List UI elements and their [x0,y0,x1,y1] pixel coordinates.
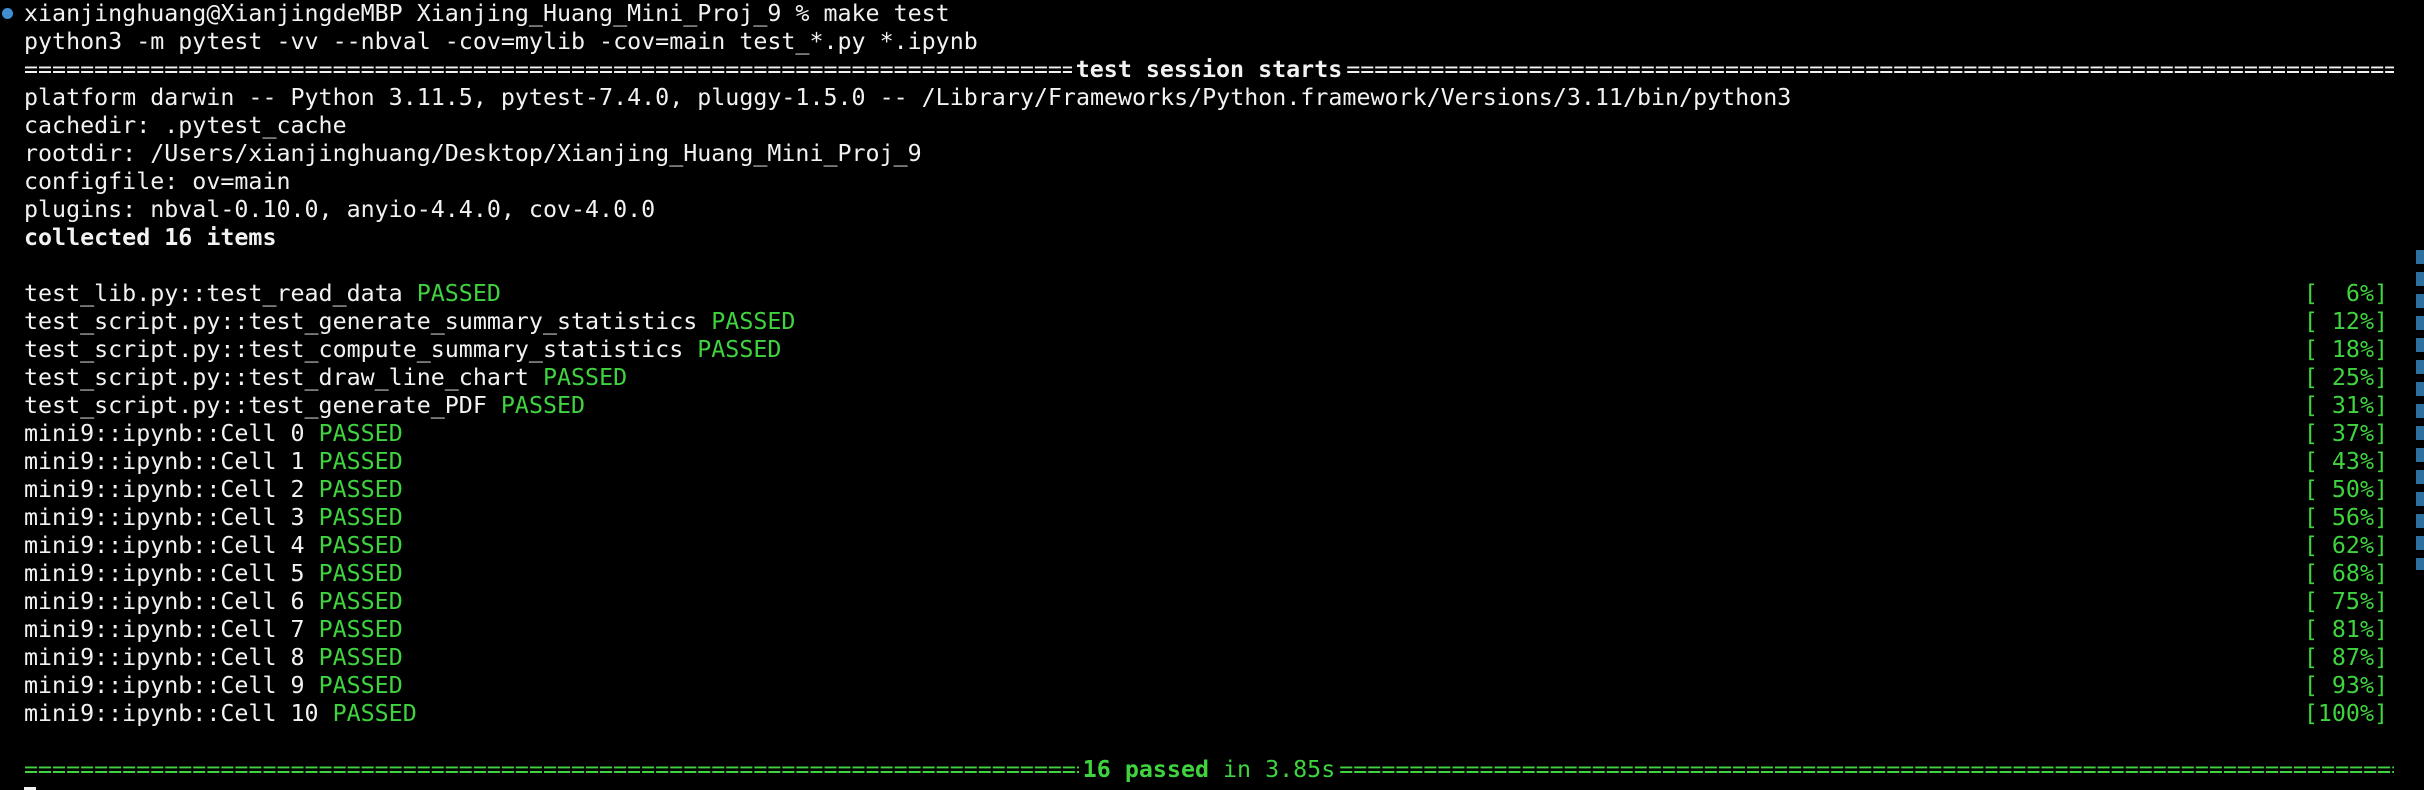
test-result-row: mini9::ipynb::Cell 4 PASSED [ 62%] [24,532,2424,560]
test-name: mini9::ipynb::Cell 10 [24,700,319,727]
test-progress: [ 81%] [2303,616,2388,643]
terminal-window[interactable]: xianjinghuang@XianjingdeMBP Xianjing_Hua… [0,0,2424,790]
test-progress: [100%] [2303,700,2388,727]
test-result-row: test_script.py::test_generate_PDF PASSED… [24,392,2424,420]
test-name: mini9::ipynb::Cell 9 [24,672,305,699]
test-progress: [ 37%] [2303,420,2388,447]
cachedir-line: cachedir: .pytest_cache [24,112,347,139]
collected-line: collected 16 items [24,224,277,251]
session-header-title: test session starts [1075,56,1343,83]
test-status: PASSED [542,364,628,391]
platform-line: platform darwin -- Python 3.11.5, pytest… [24,84,1792,111]
test-name: mini9::ipynb::Cell 4 [24,532,305,559]
test-progress: [ 31%] [2303,392,2388,419]
test-result-row: test_lib.py::test_read_data PASSED [ 6%] [24,280,2424,308]
test-result-row: test_script.py::test_compute_summary_sta… [24,336,2424,364]
test-result-row: mini9::ipynb::Cell 6 PASSED [ 75%] [24,588,2424,616]
test-name: mini9::ipynb::Cell 6 [24,588,305,615]
test-status: PASSED [318,476,403,503]
test-status: PASSED [318,616,403,643]
test-result-row: mini9::ipynb::Cell 10 PASSED [100%] [24,700,2424,728]
test-status: PASSED [318,588,403,615]
test-status: PASSED [332,700,417,727]
next-prompt-line [24,784,2424,790]
test-progress: [ 18%] [2303,336,2388,363]
test-progress: [ 68%] [2303,560,2388,587]
summary-text: 16 passed in 3.85s [1079,756,1339,784]
test-progress: [ 43%] [2303,448,2388,475]
session-header-separator: ========================================… [24,56,2394,84]
test-progress: [ 62%] [2303,532,2388,559]
test-name: mini9::ipynb::Cell 3 [24,504,305,531]
test-result-row: test_script.py::test_generate_summary_st… [24,308,2424,336]
test-result-row: mini9::ipynb::Cell 2 PASSED [ 50%] [24,476,2424,504]
rootdir-line: rootdir: /Users/xianjinghuang/Desktop/Xi… [24,140,922,167]
test-result-row: mini9::ipynb::Cell 9 PASSED [ 93%] [24,672,2424,700]
test-progress: [ 87%] [2303,644,2388,671]
test-result-row: mini9::ipynb::Cell 0 PASSED [ 37%] [24,420,2424,448]
test-status: PASSED [318,644,403,671]
test-name: mini9::ipynb::Cell 7 [24,616,305,643]
test-result-row: mini9::ipynb::Cell 7 PASSED [ 81%] [24,616,2424,644]
summary-duration: in 3.85s [1223,756,1336,783]
configfile-line: configfile: ov=main [24,168,291,195]
test-name: test_script.py::test_draw_line_chart [24,364,529,391]
plugins-line: plugins: nbval-0.10.0, anyio-4.4.0, cov-… [24,196,656,223]
test-status: PASSED [318,560,403,587]
test-progress: [ 25%] [2303,364,2388,391]
prompt-line: xianjinghuang@XianjingdeMBP Xianjing_Hua… [24,0,950,27]
test-status: PASSED [318,532,403,559]
test-results-list: test_lib.py::test_read_data PASSED[ 6%] t… [24,280,2424,728]
test-status: PASSED [318,448,403,475]
test-name: test_script.py::test_compute_summary_sta… [24,336,684,363]
test-result-row: mini9::ipynb::Cell 3 PASSED [ 56%] [24,504,2424,532]
test-status: PASSED [711,308,796,335]
test-name: test_script.py::test_generate_summary_st… [24,308,698,335]
test-name: mini9::ipynb::Cell 1 [24,448,305,475]
prompt-mark-icon [2,8,13,19]
test-status: PASSED [318,672,403,699]
separator-fill-right: ========================================… [1339,756,2394,783]
test-progress: [ 93%] [2303,672,2388,699]
test-status: PASSED [697,336,782,363]
test-progress: [ 6%] [2303,280,2388,307]
separator-fill-left: ========================================… [24,756,1079,783]
command-line: python3 -m pytest -vv --nbval -cov=mylib… [24,28,978,55]
test-result-row: mini9::ipynb::Cell 1 PASSED [ 43%] [24,448,2424,476]
test-name: mini9::ipynb::Cell 2 [24,476,305,503]
separator-fill-right: ========================================… [1346,56,2394,83]
test-progress: [ 75%] [2303,588,2388,615]
test-name: test_script.py::test_generate_PDF [24,392,487,419]
test-name: mini9::ipynb::Cell 5 [24,560,305,587]
test-status: PASSED [500,392,586,419]
test-result-row: mini9::ipynb::Cell 5 PASSED [ 68%] [24,560,2424,588]
test-status: PASSED [318,504,403,531]
test-result-row: mini9::ipynb::Cell 8 PASSED [ 87%] [24,644,2424,672]
test-progress: [ 56%] [2303,504,2388,531]
summary-separator: ========================================… [24,756,2394,784]
test-name: mini9::ipynb::Cell 8 [24,644,305,671]
scrollbar[interactable] [2416,250,2424,570]
test-name: mini9::ipynb::Cell 0 [24,420,305,447]
test-progress: [ 12%] [2303,308,2388,335]
test-status: PASSED [318,420,403,447]
test-progress: [ 50%] [2303,476,2388,503]
test-name: test_lib.py::test_read_data [24,280,403,307]
separator-fill-left: ========================================… [24,56,1072,83]
test-result-row: test_script.py::test_draw_line_chart PAS… [24,364,2424,392]
test-status: PASSED [416,280,501,307]
summary-passed-count: 16 passed [1082,756,1209,783]
